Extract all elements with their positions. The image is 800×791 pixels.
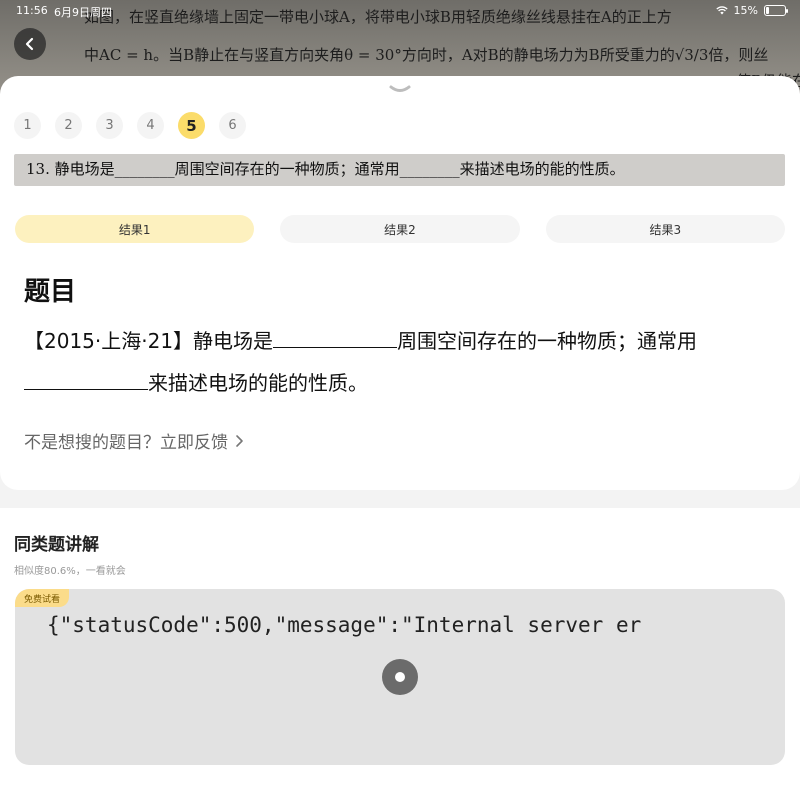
question-tab-2[interactable]: 2 xyxy=(55,112,82,139)
question-part-2: 周围空间存在的一种物质；通常用 xyxy=(397,329,698,353)
chevron-right-icon xyxy=(236,434,243,447)
feedback-text: 不是想搜的题目？立即反馈 xyxy=(24,433,228,453)
question-heading: 题目 xyxy=(24,277,77,307)
background-text-line-2: 中AC = h。当B静止在与竖直方向夹角θ = 30°方向时，A对B的静电场力为… xyxy=(84,46,769,64)
question-tab-6[interactable]: 6 xyxy=(219,112,246,139)
play-button[interactable] xyxy=(382,659,418,695)
play-icon xyxy=(395,672,405,682)
wifi-icon xyxy=(715,6,728,15)
status-right: 15% xyxy=(715,4,788,17)
result-sheet: 1 2 3 4 5 6 13. 静电场是________周围空间存在的一种物质；… xyxy=(0,76,800,490)
similar-title: 同类题讲解 xyxy=(14,535,99,555)
question-tab-1[interactable]: 1 xyxy=(14,112,41,139)
status-time: 11:56 xyxy=(16,4,48,17)
battery-percent: 15% xyxy=(733,4,758,17)
similar-question-section: 同类题讲解 相似度80.6%，一看就会 免费试看 {"statusCode":5… xyxy=(0,508,800,791)
result-tab-2[interactable]: 结果2 xyxy=(280,215,520,243)
status-bar: 11:56 6月9日周四 15% xyxy=(0,0,800,22)
cropped-question-image: 13. 静电场是________周围空间存在的一种物质；通常用________来… xyxy=(14,154,785,186)
question-part-1: 【2015·上海·21】静电场是 xyxy=(24,329,274,353)
sheet-handle-chevron-icon[interactable] xyxy=(388,84,412,96)
question-tab-4[interactable]: 4 xyxy=(137,112,164,139)
question-number-tabs: 1 2 3 4 5 6 xyxy=(14,112,246,139)
status-date: 6月9日周四 xyxy=(54,6,112,19)
back-button[interactable] xyxy=(14,28,46,60)
answer-blank-1 xyxy=(273,326,398,348)
cropped-question-text: 13. 静电场是________周围空间存在的一种物质；通常用________来… xyxy=(26,160,625,178)
result-tabs: 结果1 结果2 结果3 xyxy=(15,215,785,243)
chevron-left-icon xyxy=(25,37,34,51)
question-body: 【2015·上海·21】静电场是 周围空间存在的一种物质；通常用来描述电场的能的性… xyxy=(24,320,784,404)
question-tab-3[interactable]: 3 xyxy=(96,112,123,139)
video-error-text: {"statusCode":500,"message":"Internal se… xyxy=(47,613,642,637)
explanation-video[interactable]: 免费试看 {"statusCode":500,"message":"Intern… xyxy=(15,589,785,765)
question-part-3: 来描述电场的能的性质。 xyxy=(148,371,368,395)
battery-icon xyxy=(764,5,788,16)
result-tab-3[interactable]: 结果3 xyxy=(545,215,785,243)
feedback-link[interactable]: 不是想搜的题目？立即反馈 xyxy=(24,428,244,453)
question-tab-5[interactable]: 5 xyxy=(178,112,205,139)
answer-blank-2 xyxy=(24,368,148,390)
result-tab-1[interactable]: 结果1 xyxy=(15,215,255,243)
free-trial-badge: 免费试看 xyxy=(15,589,70,607)
similar-subtitle: 相似度80.6%，一看就会 xyxy=(14,566,126,577)
